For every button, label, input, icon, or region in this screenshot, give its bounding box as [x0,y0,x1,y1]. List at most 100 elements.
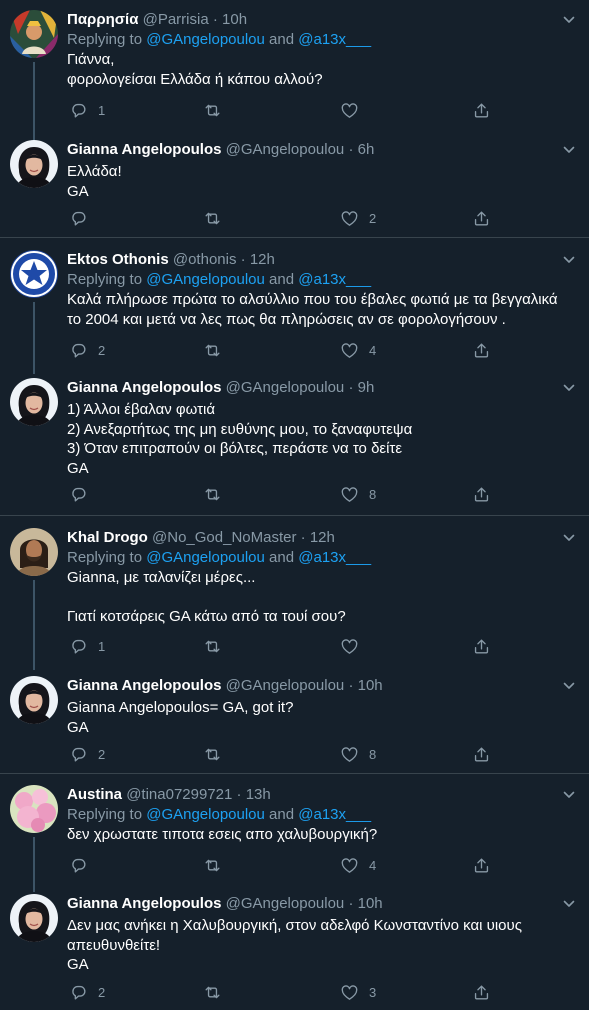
like-count: 4 [369,857,377,873]
like-button[interactable]: 4 [340,340,376,360]
tweet-actions: 2 [67,208,507,228]
display-name[interactable]: Gianna Angelopoulos [67,141,221,158]
share-button[interactable] [472,744,491,764]
chevron-down-icon[interactable] [563,680,575,692]
timestamp[interactable]: 12h [310,529,335,546]
separator-dot: · [348,379,354,396]
share-button[interactable] [472,484,491,504]
chevron-down-icon[interactable] [563,898,575,910]
share-button[interactable] [472,636,491,656]
like-button[interactable] [340,636,369,656]
share-button[interactable] [472,982,491,1002]
retweet-button[interactable] [203,636,232,656]
reply-button[interactable]: 1 [69,636,105,656]
display-name[interactable]: Παρρησία [67,11,138,28]
mention-link[interactable]: @a13x___ [298,806,371,823]
avatar[interactable] [10,140,58,188]
replying-to: Replying to @GAngelopoulou and @a13x___ [67,270,579,290]
mention-link[interactable]: @GAngelopoulou [146,549,265,566]
tweet[interactable]: Ektos Othonis @othonis · 12h Replying to… [0,250,589,374]
tweet[interactable]: Austina @tina07299721 · 13h Replying to … [0,785,589,892]
avatar[interactable] [10,250,58,298]
like-button[interactable]: 2 [340,208,376,228]
like-button[interactable] [340,100,369,120]
tweet-actions: 2 4 [67,340,507,360]
timestamp[interactable]: 9h [358,379,375,396]
chevron-down-icon[interactable] [563,789,575,801]
reply-button[interactable] [69,855,98,875]
display-name[interactable]: Gianna Angelopoulos [67,895,221,912]
avatar[interactable] [10,10,58,58]
timestamp[interactable]: 13h [246,786,271,803]
user-handle[interactable]: @No_God_NoMaster [152,529,296,546]
user-handle[interactable]: @tina07299721 [126,786,232,803]
mention-link[interactable]: @GAngelopoulou [146,31,265,48]
mention-link[interactable]: @GAngelopoulou [146,806,265,823]
like-button[interactable]: 3 [340,982,376,1002]
avatar[interactable] [10,378,58,426]
chevron-down-icon[interactable] [563,254,575,266]
retweet-button[interactable] [203,744,232,764]
tweet[interactable]: Gianna Angelopoulos @GAngelopoulou · 10h… [0,676,589,774]
display-name[interactable]: Gianna Angelopoulos [67,379,221,396]
chevron-down-icon[interactable] [563,144,575,156]
tweet[interactable]: Gianna Angelopoulos @GAngelopoulou · 9h … [0,378,589,516]
tweet[interactable]: Παρρησία @Parrisia · 10h Replying to @GA… [0,10,589,146]
timestamp[interactable]: 12h [250,251,275,268]
share-button[interactable] [472,208,491,228]
tweet[interactable]: Khal Drogo @No_God_NoMaster · 12h Replyi… [0,528,589,670]
user-handle[interactable]: @GAngelopoulou [226,141,345,158]
display-name[interactable]: Khal Drogo [67,529,148,546]
chevron-down-icon[interactable] [563,382,575,394]
avatar[interactable] [10,676,58,724]
chevron-down-icon[interactable] [563,532,575,544]
avatar-image [10,250,58,298]
user-handle[interactable]: @GAngelopoulou [226,677,345,694]
timestamp[interactable]: 10h [358,895,383,912]
avatar[interactable] [10,894,58,942]
avatar[interactable] [10,785,58,833]
reply-button[interactable]: 2 [69,744,105,764]
retweet-button[interactable] [203,340,232,360]
tweet[interactable]: Gianna Angelopoulos @GAngelopoulou · 6h … [0,140,589,238]
reply-button[interactable] [69,208,98,228]
retweet-button[interactable] [203,484,232,504]
like-button[interactable]: 8 [340,744,376,764]
mention-link[interactable]: @a13x___ [298,549,371,566]
share-button[interactable] [472,855,491,875]
retweet-button[interactable] [203,855,232,875]
avatar[interactable] [10,528,58,576]
tweet[interactable]: Gianna Angelopoulos @GAngelopoulou · 10h… [0,894,589,1010]
heart-icon [340,101,359,120]
reply-button[interactable]: 2 [69,982,105,1002]
user-handle[interactable]: @GAngelopoulou [226,379,345,396]
reply-icon [69,637,88,656]
timestamp[interactable]: 10h [358,677,383,694]
timestamp[interactable]: 10h [222,11,247,28]
mention-link[interactable]: @a13x___ [298,271,371,288]
tweet-text: Καλά πλήρωσε πρώτα το αλσύλλιο που του έ… [67,291,558,328]
share-button[interactable] [472,340,491,360]
display-name[interactable]: Gianna Angelopoulos [67,677,221,694]
thread-line [33,837,35,892]
avatar-image [10,140,58,188]
user-handle[interactable]: @Parrisia [143,11,209,28]
reply-button[interactable] [69,484,98,504]
display-name[interactable]: Ektos Othonis [67,251,169,268]
retweet-button[interactable] [203,100,232,120]
retweet-button[interactable] [203,982,232,1002]
timestamp[interactable]: 6h [358,141,375,158]
like-count: 3 [369,984,377,1000]
user-handle[interactable]: @othonis [173,251,237,268]
mention-link[interactable]: @a13x___ [298,31,371,48]
display-name[interactable]: Austina [67,786,122,803]
reply-button[interactable]: 2 [69,340,105,360]
mention-link[interactable]: @GAngelopoulou [146,271,265,288]
like-button[interactable]: 8 [340,484,376,504]
reply-button[interactable]: 1 [69,100,105,120]
share-button[interactable] [472,100,491,120]
user-handle[interactable]: @GAngelopoulou [226,895,345,912]
like-button[interactable]: 4 [340,855,376,875]
chevron-down-icon[interactable] [563,14,575,26]
retweet-button[interactable] [203,208,232,228]
